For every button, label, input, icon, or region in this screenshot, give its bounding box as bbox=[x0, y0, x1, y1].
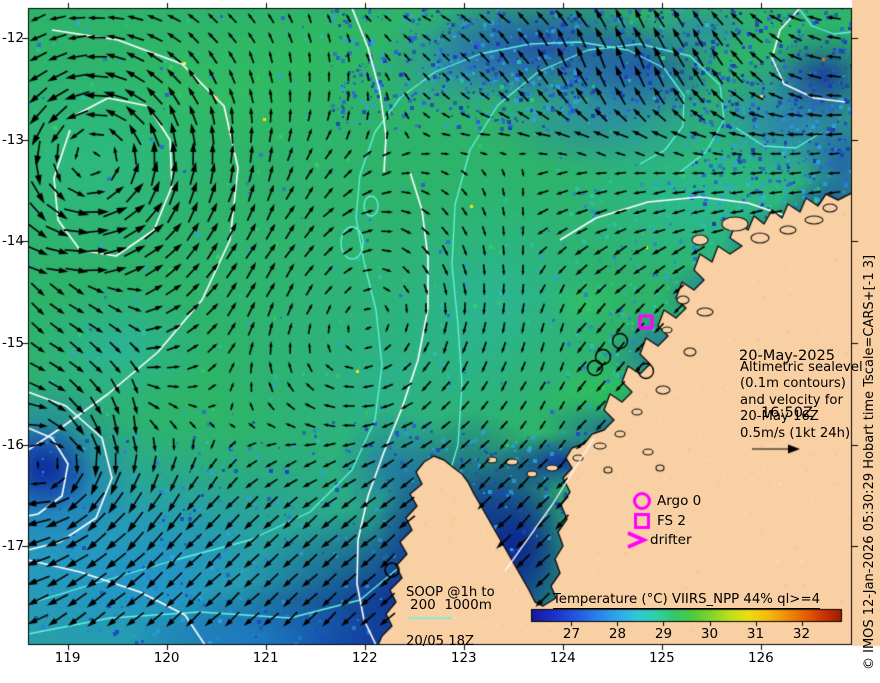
colorbar-tick-label: 29 bbox=[654, 626, 673, 642]
soop-line2: 20/05 18Z bbox=[406, 634, 475, 650]
x-tick-label: 122 bbox=[351, 650, 378, 666]
legend-label-argo: Argo 0 bbox=[657, 493, 702, 509]
altimetric-line: 0.5m/s (1kt 24h) bbox=[740, 425, 851, 441]
x-tick-label: 120 bbox=[153, 650, 180, 666]
colorbar-tick-label: 27 bbox=[562, 626, 581, 642]
legend-label-fs: FS 2 bbox=[657, 513, 686, 529]
x-tick-label: 125 bbox=[648, 650, 675, 666]
x-tick-label: 126 bbox=[747, 650, 774, 666]
y-tick-label: -14 bbox=[1, 233, 24, 250]
altimetric-annotation: Altimetric sealevel (0.1m contours) and ve… bbox=[740, 360, 863, 442]
depth-legend-label: 200 1000m bbox=[410, 597, 492, 613]
altimetric-line: (0.1m contours) bbox=[740, 376, 846, 392]
colorbar-tick-label: 31 bbox=[746, 626, 765, 642]
y-tick-label: -13 bbox=[1, 131, 24, 148]
x-tick-label: 121 bbox=[252, 650, 279, 666]
x-tick-label: 124 bbox=[549, 650, 576, 666]
colorbar-tick-label: 30 bbox=[700, 626, 719, 642]
copyright-vertical: © IMOS 12-Jan-2026 05:30:29 Hobart time … bbox=[862, 254, 877, 670]
altimetric-line: 20-May 16Z bbox=[740, 409, 819, 425]
x-tick-label: 123 bbox=[450, 650, 477, 666]
colorbar-tick-label: 32 bbox=[792, 626, 811, 642]
x-tick-label: 119 bbox=[54, 650, 81, 666]
figure: 20-May-2025 16:50Z Altimetric sealevel (0… bbox=[0, 0, 880, 680]
y-tick-label: -12 bbox=[1, 29, 24, 46]
colorbar-title: Temperature (°C) VIIRS_NPP 44% ql>=4 bbox=[552, 592, 821, 609]
altimetric-line: and velocity for bbox=[740, 392, 843, 408]
colorbar-title-wrap: Temperature (°C) VIIRS_NPP 44% ql>=4 bbox=[531, 588, 842, 609]
colorbar-tick-label: 28 bbox=[608, 626, 627, 642]
y-tick-label: -16 bbox=[1, 436, 24, 453]
y-tick-label: -15 bbox=[1, 335, 24, 352]
y-tick-label: -17 bbox=[1, 538, 24, 555]
altimetric-line: Altimetric sealevel bbox=[740, 360, 863, 375]
legend-label-drifter: drifter bbox=[650, 532, 692, 548]
